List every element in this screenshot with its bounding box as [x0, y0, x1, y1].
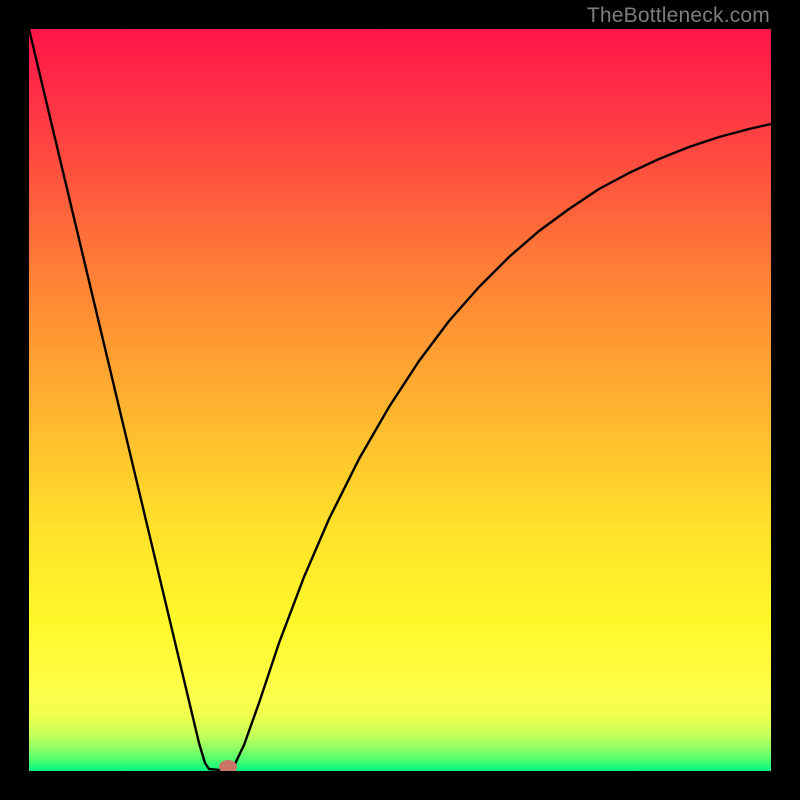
vertex-marker-dot [219, 760, 237, 771]
bottleneck-curve [29, 29, 771, 771]
watermark-text: TheBottleneck.com [587, 4, 770, 28]
chart-frame: TheBottleneck.com [0, 0, 800, 800]
plot-area [29, 29, 771, 771]
